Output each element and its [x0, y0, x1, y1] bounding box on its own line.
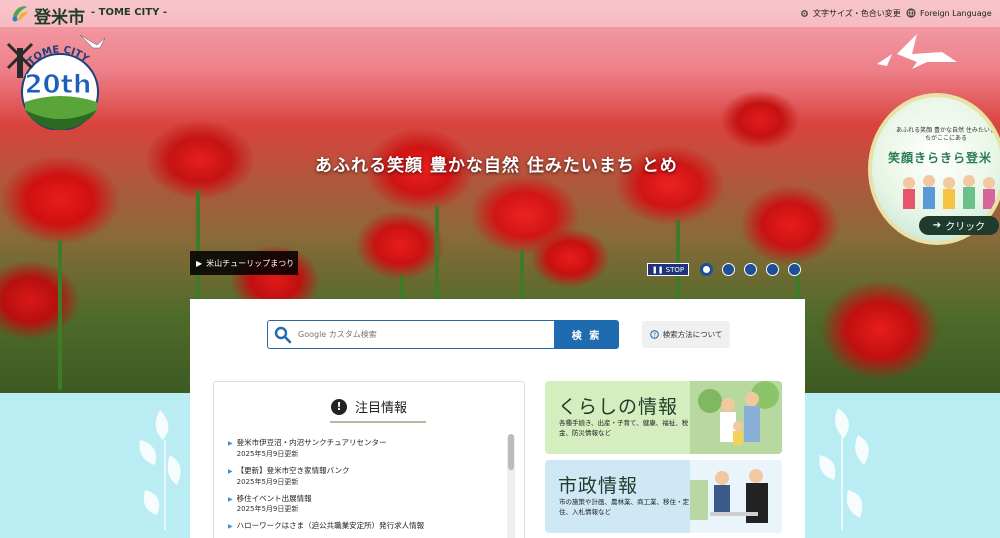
- news-item[interactable]: ▶ 登米市伊豆沼・内沼サンクチュアリセンター 2025年5月9日更新: [228, 438, 508, 459]
- card-title: 市政情報: [558, 475, 639, 497]
- slide-caption-text: 米山チューリップまつり: [206, 258, 295, 268]
- leaf-decoration-right-icon: [819, 408, 869, 530]
- office-photo: [690, 460, 782, 533]
- slide-dot-1[interactable]: [700, 263, 713, 276]
- site-subtitle: - TOME CITY -: [91, 7, 167, 18]
- stop-label: STOP: [665, 265, 685, 274]
- card-city-admin[interactable]: 市政情報 市の施策や計画、農林業、商工業、移住・定住、入札情報など: [545, 460, 782, 533]
- leaf-decoration-icon: [139, 410, 181, 530]
- family-photo: [690, 381, 782, 454]
- card-living-info[interactable]: くらしの情報 各種手続き、出産・子育て、健康、福祉、税金、防災情報など: [545, 381, 782, 454]
- arrow-icon: ▶: [228, 495, 233, 503]
- foreign-language-label: Foreign Language: [920, 8, 992, 18]
- news-item[interactable]: ▶ 移住イベント出展情報 2025年5月9日更新: [228, 494, 508, 515]
- featured-news-box: ! 注目情報 ▶ 登米市伊豆沼・内沼サンクチュアリセンター 2025年5月9日更…: [213, 381, 525, 538]
- news-item-title[interactable]: 【更新】登米市空き家情報バンク: [237, 466, 350, 476]
- news-list: ▶ 登米市伊豆沼・内沼サンクチュアリセンター 2025年5月9日更新 ▶ 【更新…: [228, 438, 508, 538]
- play-triangle-icon: ▶: [196, 258, 203, 268]
- text-size-color-link[interactable]: 文字サイズ・色合い変更: [800, 8, 901, 19]
- news-item[interactable]: ▶ 【更新】登米市空き家情報バンク 2025年5月9日更新: [228, 466, 508, 487]
- city-logo-icon[interactable]: [10, 3, 30, 23]
- slide-dot-2[interactable]: [722, 263, 735, 276]
- slide-dot-5[interactable]: [788, 263, 801, 276]
- arrow-icon: ▶: [228, 440, 233, 447]
- pause-icon: ❚❚: [651, 265, 664, 274]
- search-input[interactable]: [298, 324, 538, 345]
- scrollbar-thumb[interactable]: [508, 434, 514, 470]
- anniversary-20th-badge: TOME CITY 20th: [6, 34, 106, 130]
- news-item-title[interactable]: 移住イベント出展情報: [237, 494, 312, 504]
- news-item-title[interactable]: 登米市伊豆沼・内沼サンクチュアリセンター: [237, 438, 387, 448]
- news-item-date: 2025年5月9日更新: [236, 477, 299, 486]
- news-item-date: 2025年5月9日更新: [236, 449, 299, 458]
- news-scrollbar[interactable]: [507, 434, 515, 538]
- gear-icon: [801, 10, 808, 17]
- foreign-language-link[interactable]: Foreign Language: [906, 8, 992, 18]
- news-heading: 注目情報: [354, 401, 407, 416]
- search-button[interactable]: 検 索: [554, 320, 619, 349]
- arrow-icon: ▶: [228, 467, 233, 475]
- children-photo: [903, 175, 995, 209]
- search-help-button[interactable]: ? 検索方法について: [642, 321, 730, 348]
- card-description: 市の施策や計画、農林業、商工業、移住・定住、入札情報など: [559, 498, 689, 517]
- svg-text:?: ?: [652, 332, 655, 339]
- news-item-date: 2025年5月9日更新: [236, 505, 299, 514]
- news-item-title[interactable]: ハローワークはさま（迫公共職業安定所）発行求人情報: [237, 521, 425, 531]
- card-title: くらしの情報: [558, 396, 679, 418]
- swan-icon: [877, 34, 957, 69]
- slide-dot-3[interactable]: [744, 263, 757, 276]
- arrow-right-icon: ➔: [932, 220, 942, 231]
- slideshow-stop-button[interactable]: ❚❚ STOP: [647, 263, 689, 276]
- site-name[interactable]: 登米市: [34, 3, 85, 28]
- promo-title: 笑顔きらきら登米: [888, 151, 993, 165]
- hero-tagline: あふれる笑顔 豊かな自然 住みたいまち とめ: [315, 156, 678, 176]
- heading-underline: [330, 421, 426, 423]
- search-icon: [274, 326, 292, 343]
- globe-icon: [906, 8, 916, 18]
- badge-number: 20th: [24, 70, 91, 100]
- search-box[interactable]: [267, 320, 555, 349]
- search-help-label: 検索方法について: [662, 330, 723, 339]
- news-item[interactable]: ▶ ハローワークはさま（迫公共職業安定所）発行求人情報: [228, 521, 508, 531]
- promo-click-label: クリック: [945, 222, 986, 233]
- card-description: 各種手続き、出産・子育て、健康、福祉、税金、防災情報など: [559, 419, 689, 438]
- question-icon: ?: [649, 330, 659, 339]
- promo-click-button[interactable]: ➔ クリック: [919, 216, 999, 235]
- text-size-label: 文字サイズ・色合い変更: [813, 9, 901, 18]
- main-panel: 検 索 ? 検索方法について ! 注目情報 ▶ 登米市伊豆沼・内沼サンクチュアリ…: [190, 299, 805, 538]
- promo-small-text: あふれる笑顔 豊かな自然 住みたいまちがここにある: [896, 127, 996, 142]
- exclamation-icon: !: [330, 398, 347, 415]
- slide-caption[interactable]: ▶ 米山チューリップまつり: [190, 251, 298, 275]
- slide-dot-4[interactable]: [766, 263, 779, 276]
- arrow-icon: ▶: [228, 523, 233, 531]
